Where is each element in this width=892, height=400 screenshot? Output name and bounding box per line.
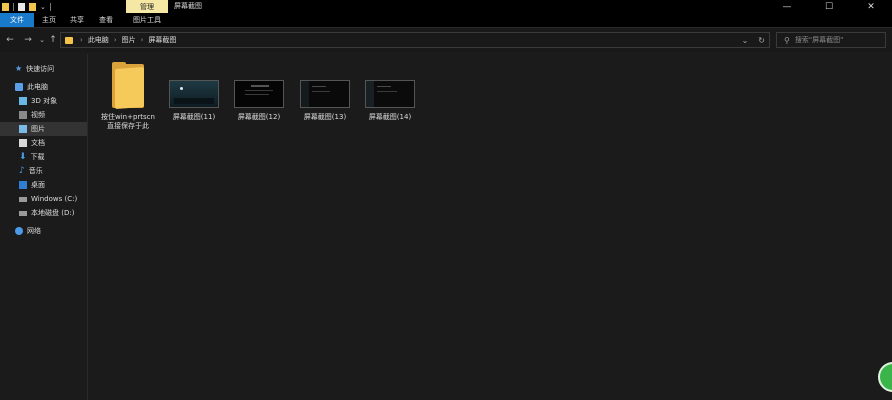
image-thumbnail	[365, 80, 415, 108]
breadcrumb-separator[interactable]: ›	[80, 36, 83, 44]
address-dropdown-icon[interactable]: ⌄	[742, 36, 749, 45]
sidebar-item-label: 桌面	[31, 181, 45, 189]
sidebar-item-label: Windows (C:)	[31, 195, 78, 203]
sidebar-item-local-disk-d[interactable]: 本地磁盘 (D:)	[0, 206, 87, 220]
sidebar-item-documents[interactable]: 文档	[0, 136, 87, 150]
breadcrumb-separator[interactable]: ›	[114, 36, 117, 44]
list-item-folder[interactable]: 按住win+prtscn 直接保存于此	[98, 60, 158, 131]
file-list: 按住win+prtscn 直接保存于此 屏幕截图(11) 屏幕截图(12) 屏幕…	[88, 54, 892, 400]
image-thumbnail	[169, 80, 219, 108]
ribbon-tabs: 文件 主页 共享 查看 图片工具	[0, 13, 892, 28]
app-icon[interactable]	[2, 2, 9, 11]
sidebar-item-label: 音乐	[28, 167, 43, 175]
navigation-pane: ★ 快速访问 此电脑 3D 对象 视频 图片 文档 ⬇ 下载 ♪ 音乐 桌面 W…	[0, 54, 87, 400]
sidebar-item-label: 视频	[31, 111, 45, 119]
file-name: 屏幕截图(12)	[237, 113, 281, 121]
sidebar-item-3d-objects[interactable]: 3D 对象	[0, 94, 87, 108]
sidebar-item-desktop[interactable]: 桌面	[0, 178, 87, 192]
drive-icon	[19, 210, 27, 216]
tab-home[interactable]: 主页	[36, 13, 62, 27]
search-icon: ⚲	[784, 35, 790, 45]
computer-icon	[15, 83, 23, 91]
sidebar-item-videos[interactable]: 视频	[0, 108, 87, 122]
close-button[interactable]: ✕	[850, 0, 892, 13]
new-folder-icon[interactable]	[29, 2, 36, 11]
file-name: 屏幕截图(11)	[172, 113, 216, 121]
file-name: 屏幕截图(14)	[368, 113, 412, 121]
music-icon: ♪	[19, 166, 25, 176]
cube-icon	[19, 97, 27, 105]
refresh-icon[interactable]: ↻	[758, 36, 765, 45]
search-placeholder[interactable]: 搜索"屏幕截图"	[795, 35, 843, 45]
sidebar-item-this-pc[interactable]: 此电脑	[0, 80, 87, 94]
window-title: 屏幕截图	[174, 2, 202, 10]
quick-access-toolbar: ⌄	[2, 1, 51, 12]
address-actions: ⌄ ↻	[742, 33, 765, 47]
file-name: 按住win+prtscn 直接保存于此	[101, 113, 155, 130]
download-icon: ⬇	[19, 152, 27, 162]
list-item-image[interactable]: 屏幕截图(14)	[360, 60, 420, 122]
tab-share[interactable]: 共享	[64, 13, 90, 27]
back-button[interactable]: ←	[4, 33, 16, 47]
image-thumbnail	[234, 80, 284, 108]
window-controls: — ☐ ✕	[766, 0, 892, 13]
sidebar-item-label: 3D 对象	[31, 97, 58, 105]
breadcrumb-screenshots[interactable]: 屏幕截图	[148, 35, 176, 45]
list-item-image[interactable]: 屏幕截图(11)	[164, 60, 224, 122]
breadcrumb-separator[interactable]: ›	[141, 36, 144, 44]
sidebar-item-windows-c[interactable]: Windows (C:)	[0, 192, 87, 206]
file-name: 屏幕截图(13)	[303, 113, 347, 121]
sidebar-item-label: 此电脑	[27, 83, 48, 91]
up-button[interactable]: ↑	[47, 33, 59, 47]
address-bar[interactable]: › 此电脑 › 图片 › 屏幕截图 ⌄ ↻	[60, 32, 770, 48]
tab-view[interactable]: 查看	[92, 13, 120, 27]
sidebar-item-label: 图片	[31, 125, 45, 133]
video-icon	[19, 111, 27, 119]
sidebar-item-quick-access[interactable]: ★ 快速访问	[0, 62, 87, 76]
sidebar-item-network[interactable]: 网络	[0, 224, 87, 238]
sidebar-item-music[interactable]: ♪ 音乐	[0, 164, 87, 178]
folder-icon	[112, 62, 144, 110]
sidebar-item-pictures[interactable]: 图片	[0, 122, 87, 136]
document-icon	[19, 139, 27, 147]
sidebar-item-label: 网络	[27, 227, 41, 235]
separator	[13, 2, 14, 11]
list-item-image[interactable]: 屏幕截图(12)	[229, 60, 289, 122]
forward-button[interactable]: →	[22, 33, 34, 47]
minimize-button[interactable]: —	[766, 0, 808, 13]
network-icon	[15, 227, 23, 235]
sidebar-item-label: 快速访问	[26, 65, 55, 73]
customize-toolbar-icon[interactable]: ⌄	[40, 3, 46, 11]
desktop-icon	[19, 181, 27, 189]
sidebar-item-downloads[interactable]: ⬇ 下载	[0, 150, 87, 164]
pictures-icon	[19, 125, 27, 133]
sidebar-item-label: 本地磁盘 (D:)	[31, 209, 75, 217]
image-thumbnail	[300, 80, 350, 108]
sidebar-item-label: 下载	[30, 153, 45, 161]
title-bar: ⌄ 管理 屏幕截图 — ☐ ✕	[0, 0, 892, 13]
search-box[interactable]: ⚲ 搜索"屏幕截图"	[776, 32, 886, 48]
maximize-button[interactable]: ☐	[808, 0, 850, 13]
tab-picture-tools[interactable]: 图片工具	[126, 13, 168, 27]
breadcrumb-this-pc[interactable]: 此电脑	[88, 35, 109, 45]
drive-icon	[19, 196, 27, 202]
tab-file[interactable]: 文件	[0, 13, 34, 27]
manage-context-tab[interactable]: 管理	[126, 0, 168, 13]
breadcrumb-pictures[interactable]: 图片	[122, 35, 136, 45]
separator	[49, 2, 51, 11]
sidebar-item-label: 文档	[31, 139, 45, 147]
folder-icon	[65, 36, 73, 44]
address-row: ← → ⌄ ↑ › 此电脑 › 图片 › 屏幕截图 ⌄ ↻ ⚲ 搜索"屏幕截图"	[0, 28, 892, 52]
star-icon: ★	[15, 64, 23, 73]
list-item-image[interactable]: 屏幕截图(13)	[295, 60, 355, 122]
properties-icon[interactable]	[18, 2, 25, 11]
